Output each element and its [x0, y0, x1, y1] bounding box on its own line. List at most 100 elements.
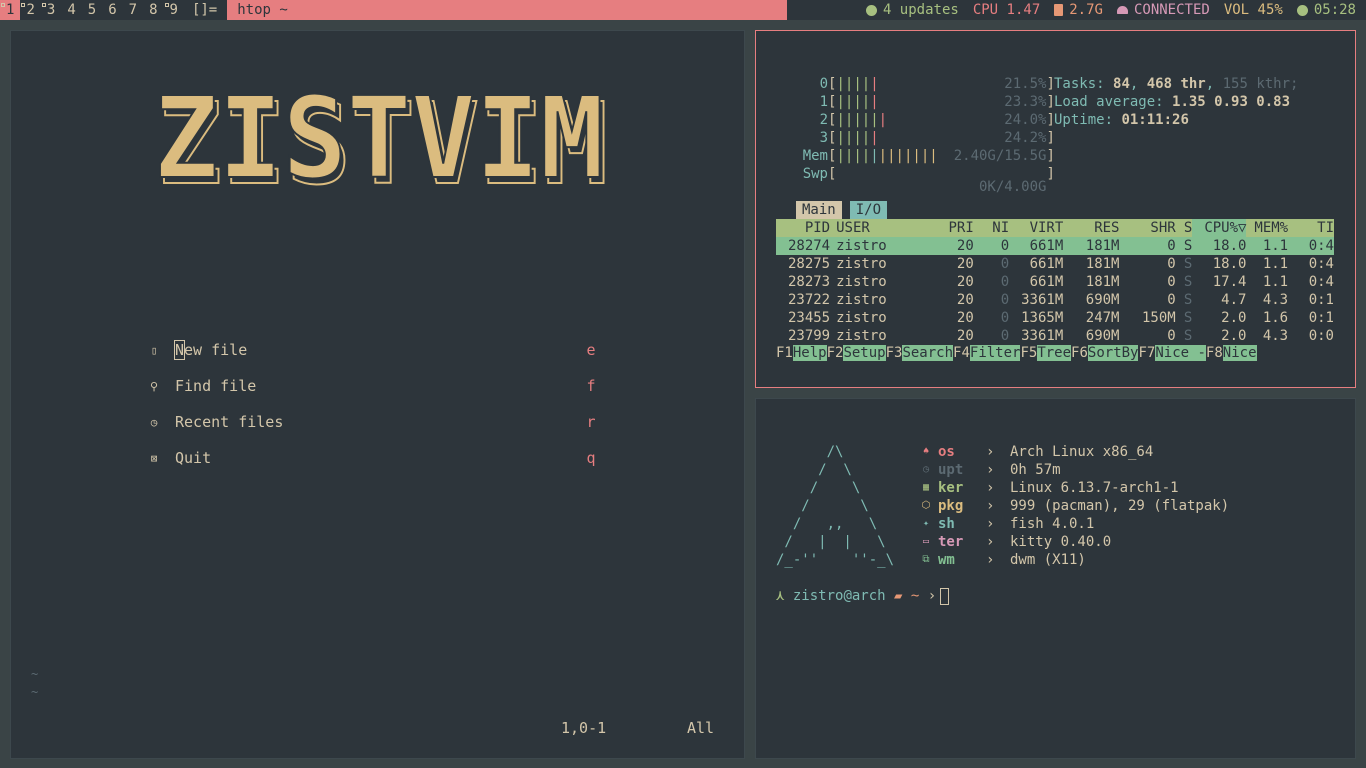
updates-module[interactable]: 4 updates	[865, 0, 959, 20]
terminal-window[interactable]: /\ / \ / \ / \ / ,, \ / | | \ /_-'' ''-_…	[755, 398, 1356, 759]
tasks-line: Tasks: 84, 468 thr, 155 kthr;	[1054, 76, 1299, 92]
fkey-label: Nice	[1222, 345, 1257, 361]
column-header-ni[interactable]: NI	[973, 219, 1010, 237]
fkey-f7[interactable]: F7Nice -	[1138, 345, 1206, 363]
tab-main[interactable]: Main	[796, 201, 842, 219]
column-header-mem[interactable]: MEM%	[1246, 219, 1289, 237]
process-cell: 20	[902, 237, 974, 255]
column-header-res[interactable]: RES	[1063, 219, 1120, 237]
fetch-row-wm: ⧉ wm › dwm (X11)	[920, 551, 1085, 569]
load-label: Load average:	[1054, 94, 1164, 110]
meter-tick: |	[861, 130, 871, 146]
column-header-pid[interactable]: PID	[776, 219, 831, 237]
menu-item-quit[interactable]: ⊠ Quit q	[147, 448, 607, 468]
menu-item-shortcut: e	[586, 341, 596, 359]
column-header-virt[interactable]: VIRT	[1009, 219, 1064, 237]
layout-symbol[interactable]: []=	[184, 2, 227, 18]
tag-6[interactable]: 6	[102, 0, 122, 20]
prompt-caret: ›	[927, 588, 937, 604]
tag-2[interactable]: 2	[20, 0, 40, 20]
menu-item-find-file[interactable]: ⚲ Find file f	[147, 376, 607, 396]
fkey-f5[interactable]: F5Tree	[1020, 345, 1072, 363]
meter-tick: |	[878, 148, 888, 164]
recent-files-icon: ◷	[150, 415, 158, 429]
process-cell: zistro	[836, 274, 887, 290]
meter-tick: |	[870, 148, 879, 164]
network-module[interactable]: CONNECTED	[1116, 0, 1210, 20]
process-row[interactable]: 28273 zistro 20 0 661M 181M 0 S 17.4 1.1 0:4	[776, 273, 1334, 291]
fetch-key: ter	[938, 534, 964, 550]
memory-icon	[1054, 4, 1064, 16]
zistvim-logo: ZISTVIM ZISTVIM	[153, 89, 609, 191]
fkey-label: SortBy	[1087, 345, 1139, 361]
fetch-row-sh: ✦ sh › fish 4.0.1	[920, 515, 1094, 533]
fkey-f2[interactable]: F2Setup	[827, 345, 886, 363]
menu-item-shortcut: r	[586, 413, 596, 431]
tag-8[interactable]: 8	[143, 0, 163, 20]
process-cell: 18.0	[1192, 237, 1247, 255]
process-cell: 3361M	[1021, 328, 1064, 344]
meter-tick: |	[861, 148, 871, 164]
column-header-s[interactable]: S	[1175, 219, 1193, 237]
tag-9[interactable]: 9	[164, 0, 184, 20]
fkey-f8[interactable]: F8Nice	[1206, 345, 1257, 363]
tag-5[interactable]: 5	[82, 0, 102, 20]
process-row[interactable]: 23799 zistro 20 0 3361M 690M 0 S 2.0 4.3 0:0	[776, 327, 1334, 345]
tag-label: 7	[128, 2, 138, 18]
process-cell: 3361M	[1021, 292, 1064, 308]
fetch-value: fish 4.0.1	[1010, 516, 1095, 532]
htop-window[interactable]: 0[||||| 21.5%] 1[||||| 23.3%] 2[|||||| 24.0%]…	[755, 30, 1356, 388]
column-header-shr[interactable]: SHR	[1119, 219, 1176, 237]
meter-bracket-close: ]	[1046, 148, 1055, 164]
process-cell: 0:1	[1308, 292, 1334, 308]
fetch-row-upt: ◷ upt › 0h 57m	[920, 461, 1061, 479]
fetch-arrow: ›	[986, 516, 995, 532]
shell-prompt[interactable]: ⋏ zistro@arch ▰ ~ ›	[776, 587, 950, 605]
fkey-f3[interactable]: F3Search	[886, 345, 954, 363]
meter-swp: Swp[0K/4.00G]	[776, 165, 1055, 195]
tab-io[interactable]: I/O	[849, 201, 888, 219]
column-header-ti[interactable]: TI	[1288, 219, 1334, 237]
prompt-dir: ~	[910, 588, 920, 604]
menu-item-label: New file	[173, 340, 585, 360]
meter-cpu-0: 0[||||| 21.5%]	[776, 75, 1055, 93]
menu-item-new-file[interactable]: ▯ New file e	[147, 340, 607, 360]
table-header: PID USER PRI NI VIRT RES SHR S CPU%▽ MEM% TI	[776, 219, 1334, 237]
fkey-f4[interactable]: F4Filter	[953, 345, 1021, 363]
tag-label: 6	[108, 2, 117, 18]
process-cell: 2.0	[1221, 310, 1247, 326]
meter-tick: |	[929, 148, 938, 164]
tag-4[interactable]: 4	[61, 0, 81, 20]
cursor-char: N	[173, 340, 186, 360]
tag-3[interactable]: 3	[41, 0, 61, 20]
process-cell: 661M	[1029, 274, 1064, 290]
column-header-user[interactable]: USER	[830, 219, 903, 237]
process-cell: S	[1175, 237, 1193, 255]
fkey-f6[interactable]: F6SortBy	[1071, 345, 1139, 363]
menu-item-recent-files[interactable]: ◷ Recent files r	[147, 412, 607, 432]
process-cell: 1.1	[1246, 237, 1289, 255]
column-header-pri[interactable]: PRI	[902, 219, 974, 237]
process-cell: 23722	[787, 292, 831, 308]
tag-1[interactable]: 1	[0, 0, 21, 20]
shell-icon: ✦	[922, 518, 930, 529]
volume-module[interactable]: VOL 45%	[1224, 0, 1283, 20]
empty-line-marker: ~	[31, 667, 39, 681]
fkey-f1[interactable]: F1Help	[776, 345, 827, 363]
vim-window[interactable]: ZISTVIM ZISTVIM ▯ New file e ⚲ Find file f ◷ Re…	[10, 30, 745, 759]
fkey-number: F1	[776, 345, 793, 361]
tag-label: 9	[169, 2, 178, 18]
network-text: CONNECTED	[1133, 2, 1210, 18]
process-cell: 661M	[1009, 237, 1064, 255]
volume-text: VOL 45%	[1223, 2, 1283, 18]
process-cell: 2.0	[1221, 328, 1247, 344]
process-row[interactable]: 28274 zistro 20 0 661M 181M 0 S 18.0 1.1 0:4	[776, 237, 1334, 255]
process-row[interactable]: 23722 zistro 20 0 3361M 690M 0 S 4.7 4.3 0:1	[776, 291, 1334, 309]
tag-7[interactable]: 7	[123, 0, 143, 20]
os-icon: ♠	[922, 446, 930, 457]
process-row[interactable]: 28275 zistro 20 0 661M 181M 0 S 18.0 1.1 0:4	[776, 255, 1334, 273]
column-header-cpu[interactable]: CPU%▽	[1192, 219, 1247, 237]
process-row[interactable]: 23455 zistro 20 0 1365M 247M 150M S 2.0 1.6 0:1	[776, 309, 1334, 327]
fetch-key: pkg	[938, 498, 964, 514]
process-cell: 0	[1167, 328, 1176, 344]
